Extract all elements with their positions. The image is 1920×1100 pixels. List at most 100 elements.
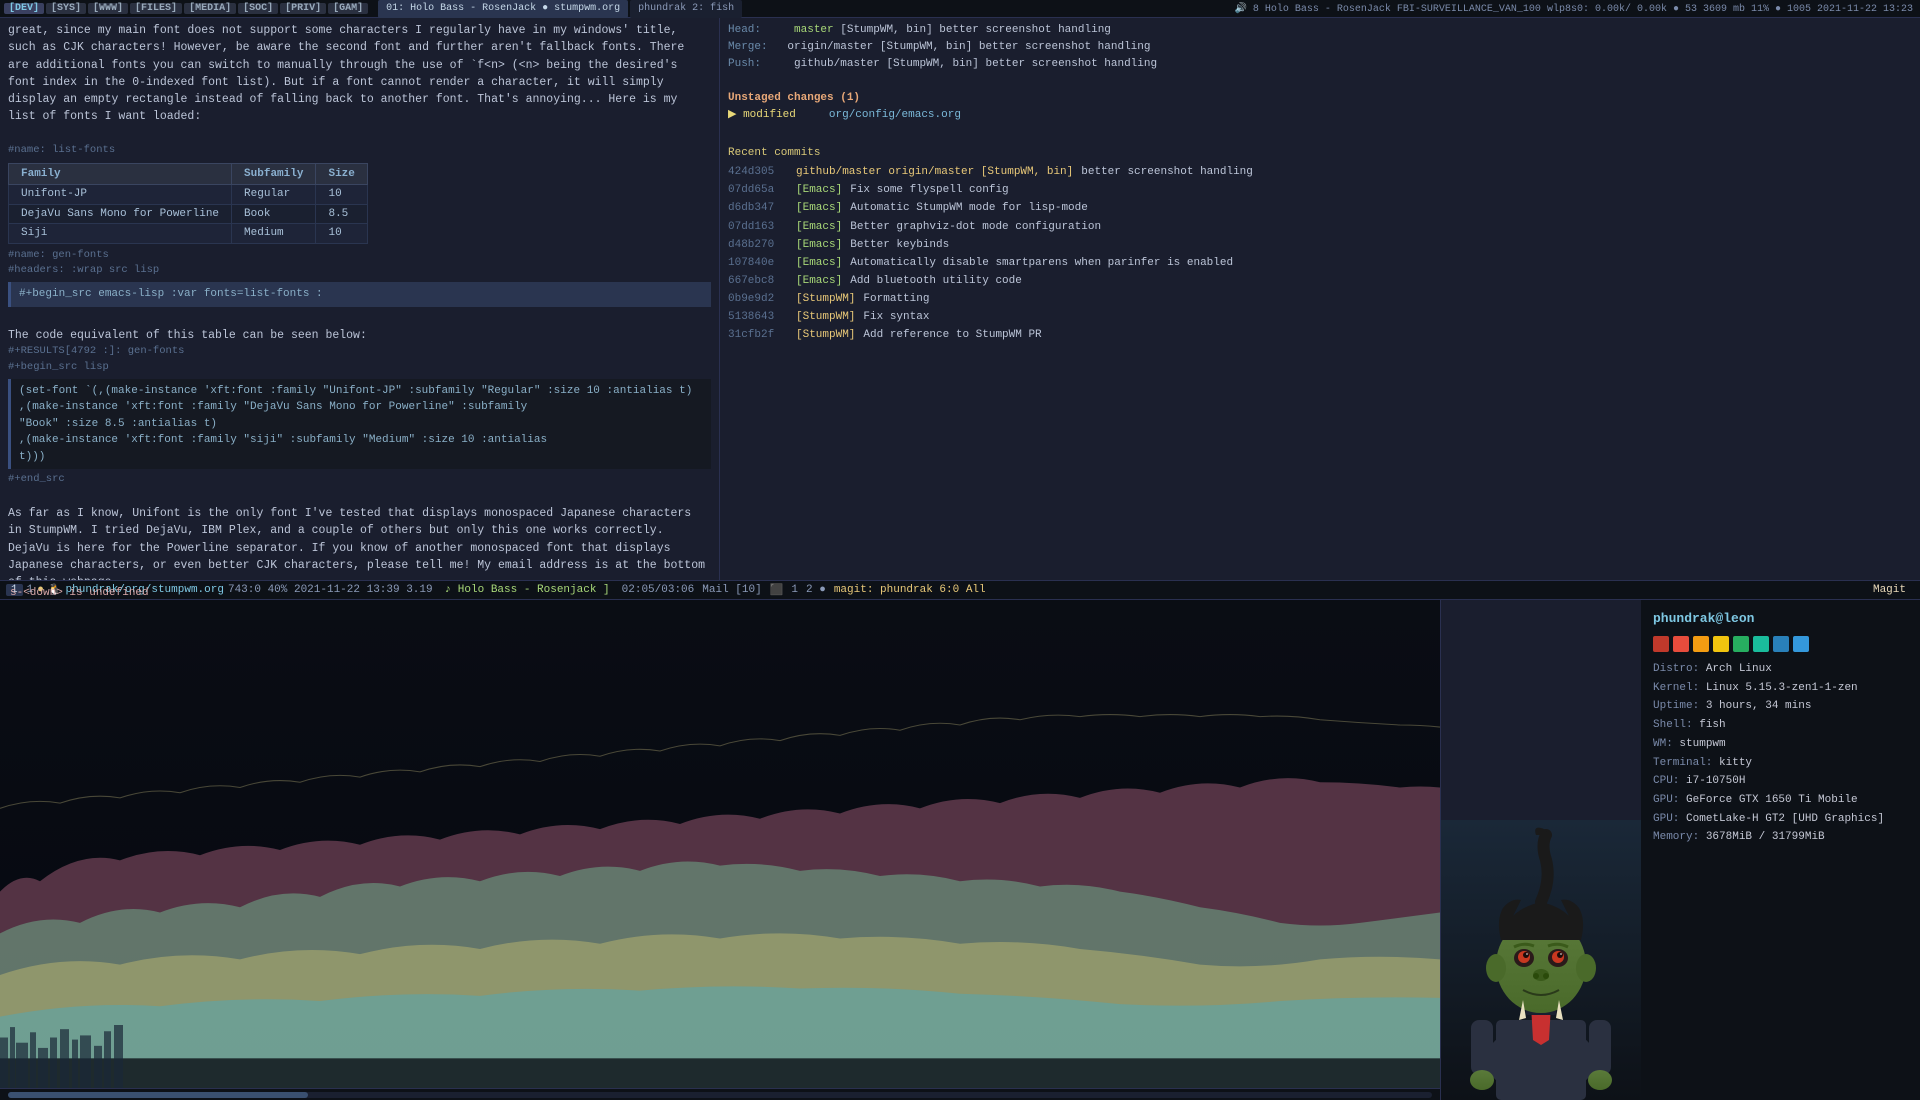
color-palette	[1653, 636, 1908, 652]
head-msg: [StumpWM, bin] better screenshot handlin…	[840, 24, 1111, 36]
main-area: great, since my main font does not suppo…	[0, 18, 1920, 580]
commit-ref: [Emacs]	[796, 273, 842, 290]
status-circle: 2 ●	[806, 584, 826, 596]
color-swatch	[1653, 636, 1669, 652]
begin-src-code: #+begin_src emacs-lisp :var fonts=list-f…	[8, 282, 711, 307]
scrollbar-area[interactable]	[0, 1088, 1440, 1100]
commit-message: better screenshot handling	[1081, 164, 1253, 181]
commit-hash: d6db347	[728, 200, 788, 217]
uptime-value: 3 hours, 34 mins	[1706, 700, 1812, 712]
tab-2[interactable]: phundrak 2: fish	[630, 0, 742, 18]
commit-row: d48b270[Emacs]Better keybinds	[728, 237, 1912, 254]
visualizer	[0, 600, 1440, 1100]
font-table-cell: 10	[316, 185, 367, 205]
terminal-value: kitty	[1719, 757, 1752, 769]
sysinfo-gpu2: GPU: CometLake-H GT2 [UHD Graphics]	[1653, 810, 1908, 829]
scrollbar-track	[8, 1092, 1432, 1098]
right-panel: Head: master [StumpWM, bin] better scree…	[720, 18, 1920, 580]
avatar-area	[1441, 600, 1641, 1100]
commit-ref: [StumpWM]	[796, 291, 855, 308]
commit-hash: 07dd163	[728, 219, 788, 236]
avatar-character	[1441, 820, 1641, 1100]
magit-push-row: Push: github/master [StumpWM, bin] bette…	[728, 56, 1912, 73]
commit-ref: github/master origin/master [StumpWM, bi…	[796, 164, 1073, 181]
commit-hash: 0b9e9d2	[728, 291, 788, 308]
commit-message: Automatic StumpWM mode for lisp-mode	[850, 200, 1088, 217]
distro-value: Arch Linux	[1706, 663, 1772, 675]
sysinfo-distro: Distro: Arch Linux	[1653, 660, 1908, 679]
commit-hash: 667ebc8	[728, 273, 788, 290]
sysinfo-memory: Memory: 3678MiB / 31799MiB	[1653, 828, 1908, 847]
gpu2-value: CometLake-H GT2 [UHD Graphics]	[1686, 813, 1884, 825]
scrollbar-thumb[interactable]	[8, 1092, 308, 1098]
commit-hash: d48b270	[728, 237, 788, 254]
commit-row: d6db347 [Emacs] Automatic StumpWM mode for…	[728, 200, 1912, 217]
results-label: #+RESULTS[4792 :]: gen-fonts	[8, 344, 711, 360]
color-swatch	[1753, 636, 1769, 652]
commit-row: 107840e[Emacs]Automatically disable smar…	[728, 255, 1912, 272]
tab-list: 01: Holo Bass - RosenJack ● stumpwm.org …	[378, 0, 1223, 18]
sysinfo-cpu: CPU: i7-10750H	[1653, 772, 1908, 791]
code-line-4: ,(make-instance 'xft:font :family "siji"…	[19, 432, 703, 449]
begin-src2: #+begin_src lisp	[8, 360, 711, 376]
sysinfo-username: phundrak@leon	[1653, 608, 1908, 630]
commit-ref: [Emacs]	[796, 237, 842, 254]
col-family: Family	[9, 163, 232, 185]
top-right-status: 🔊 8 Holo Bass - RosenJack FBI-SURVEILLAN…	[1231, 3, 1916, 15]
sysinfo-kernel: Kernel: Linux 5.15.3-zen1-1-zen	[1653, 679, 1908, 698]
commit-row: 0b9e9d2 [StumpWM] Formatting	[728, 291, 1912, 308]
font-table-row: SijiMedium10	[9, 224, 368, 244]
commit-row: 667ebc8[Emacs]Add bluetooth utility code	[728, 273, 1912, 290]
commit-hash: 5138643	[728, 309, 788, 326]
waveform-svg	[0, 600, 1440, 1100]
headers-code: #headers: :wrap src lisp	[8, 263, 711, 279]
tag-soc[interactable]: [SOC]	[238, 3, 278, 14]
commit-hash: 31cfb2f	[728, 327, 788, 344]
code-line-2: ,(make-instance 'xft:font :family "DejaV…	[19, 399, 703, 416]
color-swatch	[1693, 636, 1709, 652]
tag-priv[interactable]: [PRIV]	[280, 3, 326, 14]
unstaged-header[interactable]: Unstaged changes (1)	[728, 90, 1912, 107]
commit-row: 5138643[StumpWM]Fix syntax	[728, 309, 1912, 326]
color-swatch	[1673, 636, 1689, 652]
intro-paragraph: great, since my main font does not suppo…	[8, 22, 711, 126]
commit-message: Formatting	[863, 291, 929, 308]
tag-dev[interactable]: [DEV]	[4, 3, 44, 14]
tab-1[interactable]: 01: Holo Bass - RosenJack ● stumpwm.org	[378, 0, 628, 18]
recent-commits-header: Recent commits	[728, 145, 1912, 162]
lisp-code: (set-font `(,(make-instance 'xft:font :f…	[8, 379, 711, 470]
unifont-para: As far as I know, Unifont is the only fo…	[8, 505, 711, 580]
font-table-cell: 10	[316, 224, 367, 244]
commit-ref: [Emacs]	[796, 200, 842, 217]
commit-hash: 107840e	[728, 255, 788, 272]
sysinfo-uptime: Uptime: 3 hours, 34 mins	[1653, 697, 1908, 716]
name-gen-fonts: #name: gen-fonts	[8, 248, 711, 264]
commit-message: Fix syntax	[863, 309, 929, 326]
font-table-cell: DejaVu Sans Mono for Powerline	[9, 204, 232, 224]
commit-hash: 424d305	[728, 164, 788, 181]
code-line-3: "Book" :size 8.5 :antialias t)	[19, 416, 703, 433]
commit-message: Fix some flyspell config	[850, 182, 1008, 199]
tag-gam[interactable]: [GAM]	[328, 3, 368, 14]
font-table-cell: Book	[232, 204, 316, 224]
font-table-cell: Regular	[232, 185, 316, 205]
status-mode: magit: phundrak 6:0 All	[834, 584, 986, 596]
shell-value: fish	[1699, 719, 1725, 731]
head-branch: master	[794, 24, 834, 36]
status-time: 02:05/03:06	[622, 584, 695, 596]
commit-ref: [Emacs]	[796, 182, 842, 199]
status-music: ♪ Holo Bass - Rosenjack ]	[445, 584, 610, 596]
status-msg: s-<down> is undefined	[4, 587, 155, 599]
font-table-cell: Medium	[232, 224, 316, 244]
tag-www[interactable]: [WWW]	[88, 3, 128, 14]
font-table-cell: Siji	[9, 224, 232, 244]
commit-row: 07dd65a [Emacs] Fix some flyspell config	[728, 182, 1912, 199]
commit-hash: 07dd65a	[728, 182, 788, 199]
commit-message: Better graphviz-dot mode configuration	[850, 219, 1101, 236]
tag-files[interactable]: [FILES]	[130, 3, 182, 14]
col-size: Size	[316, 163, 367, 185]
tag-sys[interactable]: [SYS]	[46, 3, 86, 14]
name-list-fonts: #name: list-fonts	[8, 143, 711, 159]
tag-media[interactable]: [MEDIA]	[184, 3, 236, 14]
commit-row: 31cfb2f[StumpWM]Add reference to StumpWM…	[728, 327, 1912, 344]
